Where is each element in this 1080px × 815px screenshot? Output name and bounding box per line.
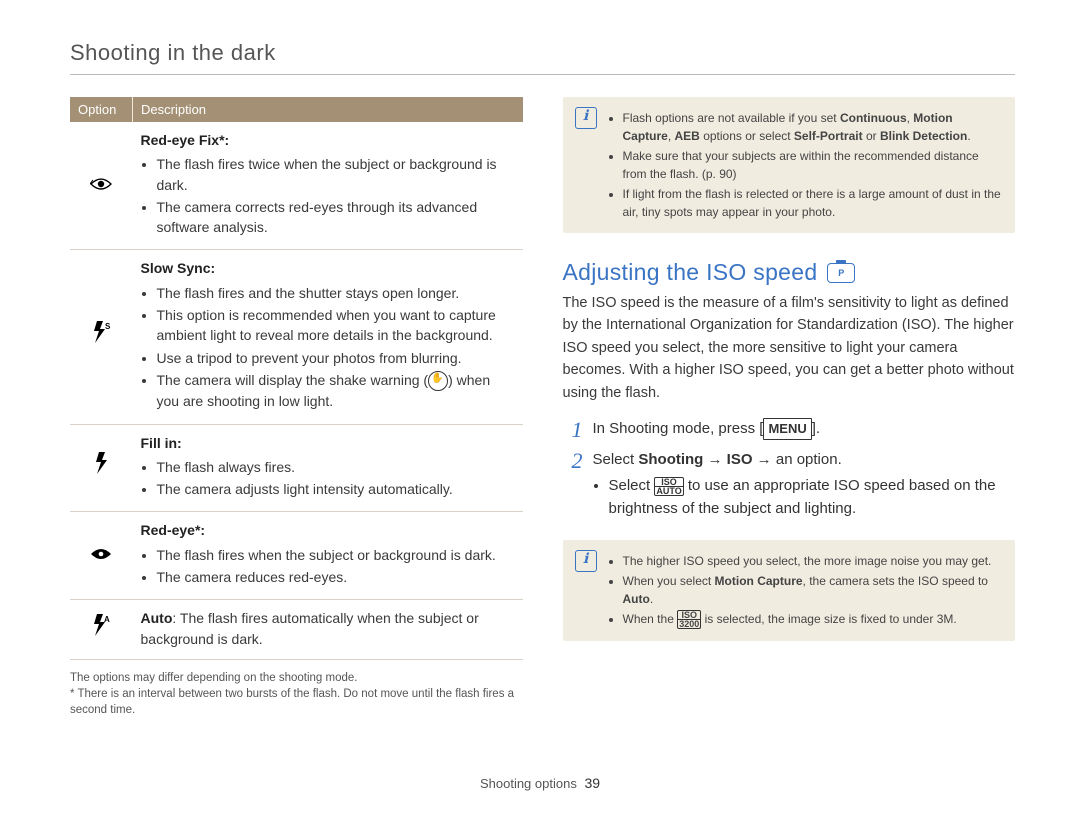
option-description: Slow Sync: The flash fires and the shutt…: [133, 250, 523, 424]
option-name: Fill in:: [141, 435, 182, 451]
option-description: Red-eye Fix*: The flash fires twice when…: [133, 122, 523, 250]
iso-heading-text: Adjusting the ISO speed: [563, 259, 818, 286]
two-column-layout: Option Description Red-eye Fix*: The fla…: [70, 97, 1015, 718]
list-item: Use a tripod to prevent your photos from…: [157, 348, 515, 368]
bullet-list: The flash always fires. The camera adjus…: [141, 457, 515, 500]
note-list: Flash options are not available if you s…: [609, 109, 1002, 221]
list-item: The camera adjusts light intensity autom…: [157, 479, 515, 499]
note-item: When you select Motion Capture, the came…: [623, 572, 1002, 608]
table-header-option: Option: [70, 97, 133, 122]
list-item: The camera reduces red-eyes.: [157, 567, 515, 587]
step-text-pre: Select: [593, 451, 639, 468]
table-row: Red-eye*: The flash fires when the subje…: [70, 512, 523, 600]
step-2: 2 Select Shooting → ISO → an option. Sel…: [563, 449, 1016, 523]
shake-warning-icon: [428, 371, 448, 391]
iso-note-box: ℹ The higher ISO speed you select, the m…: [563, 540, 1016, 641]
fill-in-icon: [70, 424, 133, 512]
note-item: When the ISO3200 is selected, the image …: [623, 610, 1002, 629]
iso-heading: Adjusting the ISO speed P: [563, 259, 1016, 286]
option-name: Slow Sync:: [141, 260, 216, 276]
slow-sync-icon: S: [70, 250, 133, 424]
bullet-list: The flash fires when the subject or back…: [141, 545, 515, 588]
table-header-description: Description: [133, 97, 523, 122]
note-item: Flash options are not available if you s…: [623, 109, 1002, 145]
footer-label: Shooting options: [480, 776, 577, 791]
step-text-pre: In Shooting mode, press [: [593, 420, 764, 437]
note-list: The higher ISO speed you select, the mor…: [609, 552, 1002, 629]
table-row: S Slow Sync: The flash fires and the shu…: [70, 250, 523, 424]
step-text-bold: Shooting → ISO: [638, 451, 752, 468]
table-row: Fill in: The flash always fires. The cam…: [70, 424, 523, 512]
sub-text-pre: Select: [609, 477, 655, 494]
mode-badge-icon: P: [827, 263, 855, 283]
camera-manual-page: Shooting in the dark Option Description …: [0, 0, 1080, 815]
fine-print-line: The options may differ depending on the …: [70, 670, 523, 686]
option-name: Red-eye*:: [141, 522, 206, 538]
svg-text:S: S: [105, 322, 111, 331]
left-column: Option Description Red-eye Fix*: The fla…: [70, 97, 523, 718]
note-item: The higher ISO speed you select, the mor…: [623, 552, 1002, 570]
option-description: Fill in: The flash always fires. The cam…: [133, 424, 523, 512]
sub-bullet-list: Select ISOAUTO to use an appropriate ISO…: [593, 475, 1016, 520]
auto-flash-icon: A: [70, 600, 133, 660]
iso-description: The ISO speed is the measure of a film's…: [563, 292, 1016, 404]
flash-options-table: Option Description Red-eye Fix*: The fla…: [70, 97, 523, 660]
step-number: 1: [563, 418, 583, 442]
list-item: The flash fires and the shutter stays op…: [157, 283, 515, 303]
note-icon: ℹ: [575, 107, 597, 129]
option-inline-text: : The flash fires automatically when the…: [141, 610, 479, 646]
step-text-post: ].: [812, 420, 820, 437]
table-row: A Auto: The flash fires automatically wh…: [70, 600, 523, 660]
table-header-row: Option Description: [70, 97, 523, 122]
step-text-post: → an option.: [753, 451, 842, 468]
right-column: ℹ Flash options are not available if you…: [563, 97, 1016, 718]
svg-text:A: A: [104, 615, 110, 624]
sub-bullet-item: Select ISOAUTO to use an appropriate ISO…: [609, 475, 1016, 520]
option-name: Red-eye Fix*:: [141, 132, 230, 148]
option-description: Auto: The flash fires automatically when…: [133, 600, 523, 660]
list-item: The camera corrects red-eyes through its…: [157, 197, 515, 238]
fine-print: The options may differ depending on the …: [70, 670, 523, 718]
step-body: In Shooting mode, press [MENU].: [593, 418, 1016, 442]
iso-auto-icon: ISOAUTO: [654, 477, 683, 496]
note-item: If light from the flash is relected or t…: [623, 185, 1002, 221]
iso-3200-icon: ISO3200: [677, 610, 701, 629]
page-footer: Shooting options 39: [0, 775, 1080, 791]
list-item: This option is recommended when you want…: [157, 305, 515, 346]
bullet-list: The flash fires and the shutter stays op…: [141, 283, 515, 412]
step-body: Select Shooting → ISO → an option. Selec…: [593, 449, 1016, 523]
list-item: The camera will display the shake warnin…: [157, 370, 515, 412]
page-number: 39: [584, 775, 600, 791]
flash-note-box: ℹ Flash options are not available if you…: [563, 97, 1016, 233]
bullet-list: The flash fires twice when the subject o…: [141, 154, 515, 237]
horizontal-rule: [70, 74, 1015, 75]
list-item: The flash fires when the subject or back…: [157, 545, 515, 565]
option-description: Red-eye*: The flash fires when the subje…: [133, 512, 523, 600]
list-item: The flash fires twice when the subject o…: [157, 154, 515, 195]
menu-button-label: MENU: [763, 418, 811, 440]
table-row: Red-eye Fix*: The flash fires twice when…: [70, 122, 523, 250]
red-eye-icon: [70, 512, 133, 600]
note-item: Make sure that your subjects are within …: [623, 147, 1002, 183]
mode-badge-letter: P: [838, 268, 844, 278]
note-icon: ℹ: [575, 550, 597, 572]
step-number: 2: [563, 449, 583, 523]
list-item: The flash always fires.: [157, 457, 515, 477]
section-title: Shooting in the dark: [70, 40, 1015, 66]
step-1: 1 In Shooting mode, press [MENU].: [563, 418, 1016, 442]
option-name: Auto: [141, 610, 173, 626]
redeye-fix-icon: [70, 122, 133, 250]
fine-print-line: * There is an interval between two burst…: [70, 686, 523, 718]
